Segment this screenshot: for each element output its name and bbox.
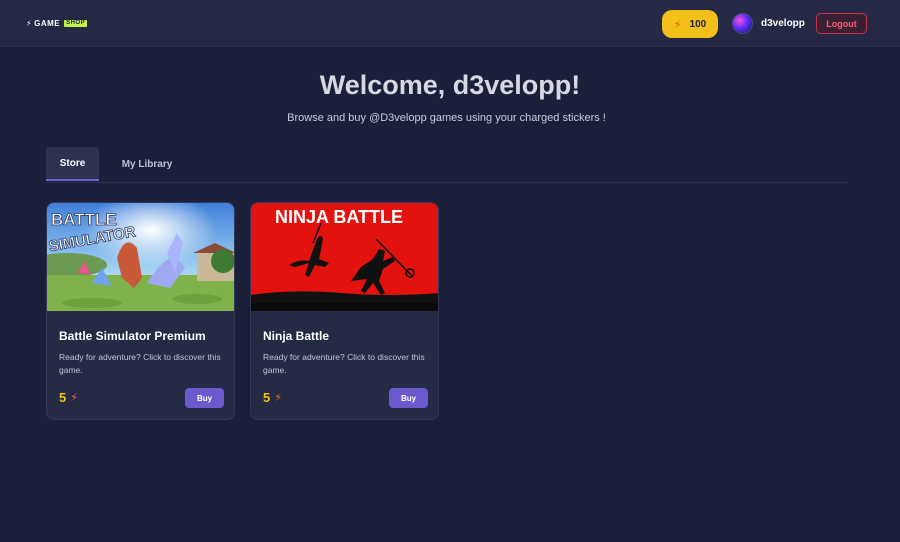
game-title: Battle Simulator Premium (59, 329, 206, 343)
sticker-balance-badge[interactable]: ⚡ 100 (662, 10, 718, 38)
game-thumbnail[interactable]: NINJA BATTLE (251, 203, 438, 311)
username: d3velopp (761, 18, 805, 29)
buy-button[interactable]: Buy (185, 388, 224, 408)
lightning-bolt-icon: ⚡ (274, 392, 282, 404)
welcome-subtitle: Browse and buy @D3velopp games using you… (287, 112, 606, 124)
buy-button[interactable]: Buy (389, 388, 428, 408)
tab-my-library[interactable]: My Library (111, 147, 183, 181)
logo-text: GAME (34, 18, 61, 28)
thumb-title-line-1: BATTLE (51, 210, 117, 229)
game-card[interactable]: BATTLE SIMULATOR Battle Simulator Premiu… (46, 202, 235, 420)
logo-bolt-icon: ⚡ (26, 18, 33, 28)
price-value: 5 (263, 390, 271, 405)
game-card[interactable]: NINJA BATTLE Ninja Battle Ready for adve… (250, 202, 439, 420)
thumb-title: NINJA BATTLE (275, 207, 403, 227)
logo-tag: SHOP (64, 19, 88, 27)
game-description: Ready for adventure? Click to discover t… (59, 352, 221, 375)
game-price: 5 ⚡ (59, 390, 78, 405)
top-navigation-bar: ⚡ GAME SHOP ⚡ 100 d3velopp Logout (0, 0, 900, 47)
lightning-bolt-icon: ⚡ (70, 392, 78, 404)
tab-bar: Store My Library (46, 147, 848, 183)
game-shop-logo[interactable]: ⚡ GAME SHOP (26, 17, 88, 29)
lightning-bolt-icon: ⚡ (673, 18, 682, 31)
user-avatar[interactable] (732, 13, 753, 34)
game-thumbnail[interactable]: BATTLE SIMULATOR (47, 203, 234, 311)
game-price: 5 ⚡ (263, 390, 282, 405)
game-description: Ready for adventure? Click to discover t… (263, 352, 425, 375)
logout-button[interactable]: Logout (816, 13, 867, 34)
tab-store[interactable]: Store (46, 147, 99, 181)
welcome-heading: Welcome, d3velopp! (319, 70, 581, 100)
balance-value: 100 (689, 18, 707, 30)
game-title: Ninja Battle (263, 329, 330, 343)
price-value: 5 (59, 390, 67, 405)
